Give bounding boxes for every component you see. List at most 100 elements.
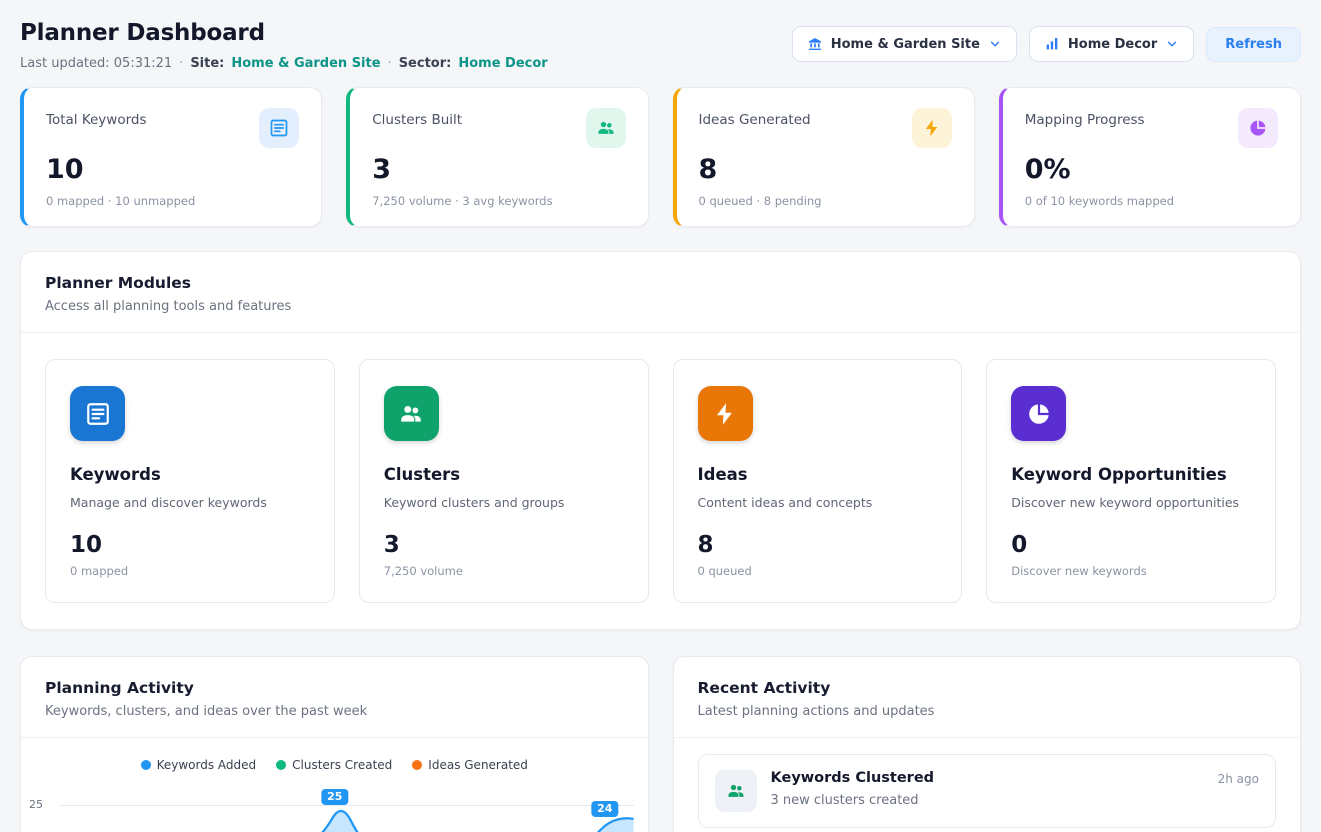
legend-label: Ideas Generated [428,758,528,772]
module-description: Keyword clusters and groups [384,495,624,510]
legend-label: Keywords Added [157,758,257,772]
stat-card-ideas-generated: Ideas Generated 8 0 queued · 8 pending [673,87,975,227]
module-detail: 7,250 volume [384,564,624,578]
activity-item-description: 3 new clusters created [771,793,1204,808]
stat-detail: 7,250 volume · 3 avg keywords [372,194,625,208]
sector-dropdown-label: Home Decor [1068,37,1157,52]
sector-link[interactable]: Home Decor [458,56,547,71]
planner-dashboard-page: Planner Dashboard Last updated: 05:31:21… [0,0,1321,832]
pie-icon [1238,108,1278,148]
planning-activity-subtitle: Keywords, clusters, and ideas over the p… [45,704,624,719]
stat-detail: 0 of 10 keywords mapped [1025,194,1278,208]
refresh-button[interactable]: Refresh [1206,27,1301,62]
legend-dot [141,760,151,770]
site-link[interactable]: Home & Garden Site [231,56,380,71]
separator-dot: · [388,56,392,71]
activity-list-item: Keywords Clustered 3 new clusters create… [698,754,1277,828]
bolt-icon [698,386,753,441]
header-controls: Home & Garden Site Home Decor Refresh [792,26,1301,62]
legend-label: Clusters Created [292,758,392,772]
module-value: 8 [698,532,938,558]
recent-activity-subtitle: Latest planning actions and updates [698,704,1277,719]
module-title: Clusters [384,465,624,484]
legend-dot [412,760,422,770]
module-card-ideas[interactable]: Ideas Content ideas and concepts 8 0 que… [673,359,963,603]
activity-item-title: Keywords Clustered [771,770,1204,786]
building-icon [807,36,823,52]
header-subline: Last updated: 05:31:21 · Site: Home & Ga… [20,56,548,71]
separator-dot: · [179,56,183,71]
site-dropdown-label: Home & Garden Site [831,37,980,52]
bar-chart-icon [1044,36,1060,52]
sector-label: Sector: [399,56,452,71]
planning-activity-title: Planning Activity [45,679,624,697]
chevron-down-icon [1165,37,1179,51]
recent-activity-panel: Recent Activity Latest planning actions … [673,656,1302,832]
activity-area-chart: 25 25 24 [21,788,648,832]
module-card-clusters[interactable]: Clusters Keyword clusters and groups 3 7… [359,359,649,603]
data-point-label: 24 [591,801,618,817]
module-description: Discover new keyword opportunities [1011,495,1251,510]
site-label: Site: [190,56,224,71]
stat-detail: 0 mapped · 10 unmapped [46,194,299,208]
stat-value: 3 [372,154,625,185]
document-icon [259,108,299,148]
modules-subtitle: Access all planning tools and features [45,299,1276,314]
stat-value: 10 [46,154,299,185]
module-value: 3 [384,532,624,558]
planner-modules-card: Planner Modules Access all planning tool… [20,251,1301,630]
stat-card-total-keywords: Total Keywords 10 0 mapped · 10 unmapped [20,87,322,227]
data-point-label: 25 [321,789,348,805]
modules-title: Planner Modules [45,274,1276,292]
module-detail: Discover new keywords [1011,564,1251,578]
module-value: 10 [70,532,310,558]
module-description: Manage and discover keywords [70,495,310,510]
page-header: Planner Dashboard Last updated: 05:31:21… [20,20,1301,71]
last-updated-text: Last updated: 05:31:21 [20,56,172,71]
stat-label: Mapping Progress [1025,108,1145,128]
stat-label: Ideas Generated [699,108,811,128]
bolt-icon [912,108,952,148]
bottom-row: Planning Activity Keywords, clusters, an… [20,656,1301,832]
users-icon [715,770,757,812]
stat-value: 0% [1025,154,1278,185]
users-icon [586,108,626,148]
header-left: Planner Dashboard Last updated: 05:31:21… [20,20,548,71]
page-title: Planner Dashboard [20,20,548,46]
module-detail: 0 mapped [70,564,310,578]
stat-label: Total Keywords [46,108,147,128]
module-card-keywords[interactable]: Keywords Manage and discover keywords 10… [45,359,335,603]
document-icon [70,386,125,441]
sector-dropdown[interactable]: Home Decor [1029,26,1194,62]
stat-value: 8 [699,154,952,185]
module-title: Keywords [70,465,310,484]
planning-activity-panel: Planning Activity Keywords, clusters, an… [20,656,649,832]
pie-icon [1011,386,1066,441]
site-dropdown[interactable]: Home & Garden Site [792,26,1017,62]
recent-activity-title: Recent Activity [698,679,1277,697]
module-description: Content ideas and concepts [698,495,938,510]
planning-activity-header: Planning Activity Keywords, clusters, an… [21,657,648,738]
modules-header: Planner Modules Access all planning tool… [21,252,1300,333]
chart-legend: Keywords Added Clusters Created Ideas Ge… [21,738,648,772]
users-icon [384,386,439,441]
stat-detail: 0 queued · 8 pending [699,194,952,208]
y-axis-tick: 25 [29,798,43,811]
activity-item-text: Keywords Clustered 3 new clusters create… [771,770,1204,808]
stat-label: Clusters Built [372,108,462,128]
legend-item-ideas-generated: Ideas Generated [412,758,528,772]
recent-activity-header: Recent Activity Latest planning actions … [674,657,1301,738]
chevron-down-icon [988,37,1002,51]
module-value: 0 [1011,532,1251,558]
modules-grid: Keywords Manage and discover keywords 10… [21,333,1300,629]
legend-item-keywords-added: Keywords Added [141,758,257,772]
stat-card-clusters-built: Clusters Built 3 7,250 volume · 3 avg ke… [346,87,648,227]
module-card-keyword-opportunities[interactable]: Keyword Opportunities Discover new keywo… [986,359,1276,603]
module-title: Keyword Opportunities [1011,465,1251,484]
legend-dot [276,760,286,770]
module-title: Ideas [698,465,938,484]
stat-card-mapping-progress: Mapping Progress 0% 0 of 10 keywords map… [999,87,1301,227]
activity-item-timestamp: 2h ago [1218,770,1259,786]
module-detail: 0 queued [698,564,938,578]
legend-item-clusters-created: Clusters Created [276,758,392,772]
